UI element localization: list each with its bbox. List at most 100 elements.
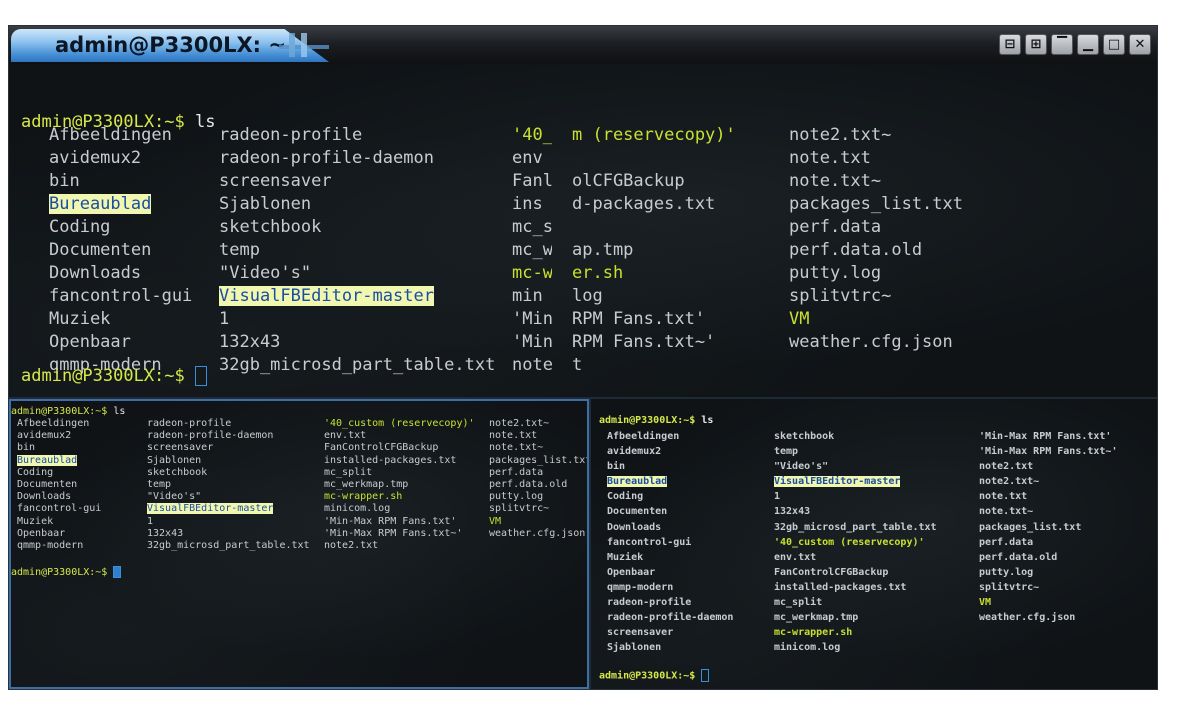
file-entry: Sjablonen bbox=[219, 194, 312, 214]
file-entry: VisualFBEditor-master bbox=[219, 286, 434, 306]
file-entry: note.txt bbox=[789, 148, 871, 168]
ls-column: '40_cenv Fanl ins mc_s mc_w mc-w min 'Min- 'Min-… bbox=[512, 124, 552, 377]
file-entry bbox=[979, 625, 1157, 640]
command: ls bbox=[701, 415, 714, 426]
command: ls bbox=[113, 406, 126, 417]
maximize-icon[interactable]: □ bbox=[1103, 34, 1125, 55]
file-entry: Openbaar bbox=[17, 527, 66, 539]
ls-column: Afbeeldingen avidemux2 bin Bureaublad Coding… bbox=[49, 124, 214, 377]
file-entry: Muziek bbox=[607, 551, 644, 563]
terminal-pane-top[interactable]: admin@P3300LX:~$ ls Afbeeldingen avidemux… bbox=[9, 64, 1157, 397]
file-entry: splitvtrc~ bbox=[489, 503, 550, 515]
file-entry: Downloads bbox=[49, 263, 142, 283]
file-entry: env bbox=[512, 148, 543, 168]
file-entry: d-packages.txt bbox=[572, 194, 716, 214]
file-entry: VisualFBEditor-master bbox=[147, 503, 274, 515]
prompt: admin@P3300LX:~$ bbox=[11, 567, 108, 578]
file-entry: ins bbox=[512, 194, 543, 214]
file-entry: perf.data bbox=[489, 466, 544, 478]
file-entry: putty.log bbox=[789, 263, 882, 283]
file-entry: t bbox=[572, 355, 583, 375]
file-entry: note bbox=[512, 355, 552, 375]
file-entry: er.sh bbox=[572, 263, 624, 283]
tile-horizontal-icon[interactable]: ⊟ bbox=[999, 34, 1021, 55]
ls-column: sketchbook temp "Video's" VisualFBEditor-ma… bbox=[774, 429, 974, 655]
terminal-pane-bottom-right[interactable]: admin@P3300LX:~$ ls Afbeeldingen avidemux… bbox=[591, 399, 1157, 689]
file-entry: mc_s bbox=[512, 217, 552, 237]
file-entry: ap.tmp bbox=[572, 240, 634, 260]
terminal-pane-bottom-left[interactable]: admin@P3300LX:~$ ls Afbeeldingen avidemux… bbox=[9, 399, 589, 689]
ls-column: '40_custom (reservecopy)' env.txt FanContr… bbox=[324, 418, 487, 552]
file-entry: weather.cfg.json bbox=[979, 612, 1076, 624]
file-entry: note.txt~ bbox=[489, 442, 544, 454]
file-entry: 32gb_microsd_part_table.txt bbox=[219, 355, 496, 375]
file-entry: Bureaublad bbox=[607, 476, 668, 488]
file-entry: Bureaublad bbox=[49, 194, 152, 214]
file-entry: temp bbox=[147, 478, 172, 490]
close-icon[interactable]: ✕ bbox=[1129, 34, 1151, 55]
file-entry: temp bbox=[774, 446, 799, 458]
file-entry: Downloads bbox=[607, 521, 662, 533]
file-entry: 1 bbox=[147, 515, 154, 527]
file-entry: 132x43 bbox=[219, 332, 281, 352]
file-entry: VM bbox=[789, 309, 810, 329]
prompt: admin@P3300LX:~$ bbox=[599, 670, 696, 682]
tile-grid-icon[interactable]: ⊞ bbox=[1025, 34, 1047, 55]
title-bar[interactable]: admin@P3300LX: ~ ⊟ ⊞ ▔ ▁ □ ✕ bbox=[9, 26, 1157, 65]
file-entry: mc_w bbox=[512, 240, 552, 260]
file-entry: screensaver bbox=[147, 442, 214, 454]
file-entry: "Video's" bbox=[219, 263, 312, 283]
file-entry: 32gb_microsd_part_table.txt bbox=[147, 539, 310, 551]
ls-column: radeon-profile radeon-profile-daemon scree… bbox=[147, 418, 322, 552]
file-entry: VM bbox=[979, 597, 992, 609]
file-entry: Openbaar bbox=[607, 566, 656, 578]
window-title: admin@P3300LX: ~ bbox=[55, 33, 286, 57]
file-entry: Downloads bbox=[17, 491, 72, 503]
file-entry: qmmp-modern bbox=[17, 539, 84, 551]
file-entry: Muziek bbox=[17, 515, 54, 527]
file-entry: log bbox=[572, 286, 603, 306]
file-entry: note2.txt~ bbox=[489, 418, 550, 429]
file-entry: mc-wrapper.sh bbox=[324, 491, 403, 503]
file-entry: avidemux2 bbox=[607, 446, 662, 458]
minimize-icon[interactable]: ▁ bbox=[1077, 34, 1099, 55]
text-cursor bbox=[701, 669, 710, 682]
ls-column: note2.txt~ note.txt note.txt~ packages_list… bbox=[489, 418, 587, 552]
prompt: admin@P3300LX:~$ bbox=[599, 415, 696, 426]
file-entry bbox=[489, 540, 587, 552]
file-entry: olCFGBackup bbox=[572, 171, 685, 191]
ls-column: Afbeeldingen avidemux2 bin Bureaublad Coding… bbox=[17, 418, 142, 552]
shade-icon[interactable]: ▔ bbox=[1051, 34, 1073, 55]
file-entry: note2.txt~ bbox=[789, 125, 892, 145]
file-entry: Afbeeldingen bbox=[607, 431, 680, 442]
file-entry: Bureaublad bbox=[17, 454, 78, 466]
prompt-line: admin@P3300LX:~$ bbox=[599, 669, 710, 682]
file-entry: radeon-profile bbox=[219, 125, 363, 145]
file-entry: installed-packages.txt bbox=[324, 454, 457, 466]
file-entry: Documenten bbox=[49, 240, 152, 260]
file-entry: m (reservecopy)' bbox=[572, 125, 736, 145]
file-entry: FanControlCFGBackup bbox=[324, 442, 439, 454]
file-entry: bin bbox=[607, 461, 626, 473]
terminal-window: admin@P3300LX: ~ ⊟ ⊞ ▔ ▁ □ ✕ admin@P3300LX:~$… bbox=[8, 25, 1158, 690]
window-controls: ⊟ ⊞ ▔ ▁ □ ✕ bbox=[999, 34, 1151, 55]
file-entry: perf.data.old bbox=[489, 478, 568, 490]
file-entry: packages_list.txt bbox=[979, 521, 1082, 533]
file-entry: note2.txt bbox=[979, 461, 1034, 473]
file-entry: "Video's" bbox=[774, 461, 829, 473]
file-entry: 'Min-Max RPM Fans.txt~' bbox=[979, 446, 1118, 458]
file-entry: sketchbook bbox=[147, 466, 208, 478]
file-entry: sketchbook bbox=[774, 431, 835, 442]
file-entry: avidemux2 bbox=[17, 430, 72, 442]
file-entry: fancontrol-gui bbox=[607, 536, 692, 548]
file-entry: packages_list.txt bbox=[789, 194, 963, 214]
file-entry: perf.data bbox=[979, 536, 1034, 548]
file-entry bbox=[789, 354, 1049, 377]
file-entry: Muziek bbox=[49, 309, 111, 329]
ls-column: radeon-profile radeon-profile-daemon scree… bbox=[219, 124, 509, 377]
file-entry: Fanl bbox=[512, 171, 552, 191]
file-entry: FanControlCFGBackup bbox=[774, 566, 889, 578]
file-entry: note2.txt~ bbox=[979, 476, 1040, 488]
prompt-line: admin@P3300LX:~$ ls bbox=[11, 406, 125, 417]
file-entry: minicom.log bbox=[324, 503, 391, 515]
